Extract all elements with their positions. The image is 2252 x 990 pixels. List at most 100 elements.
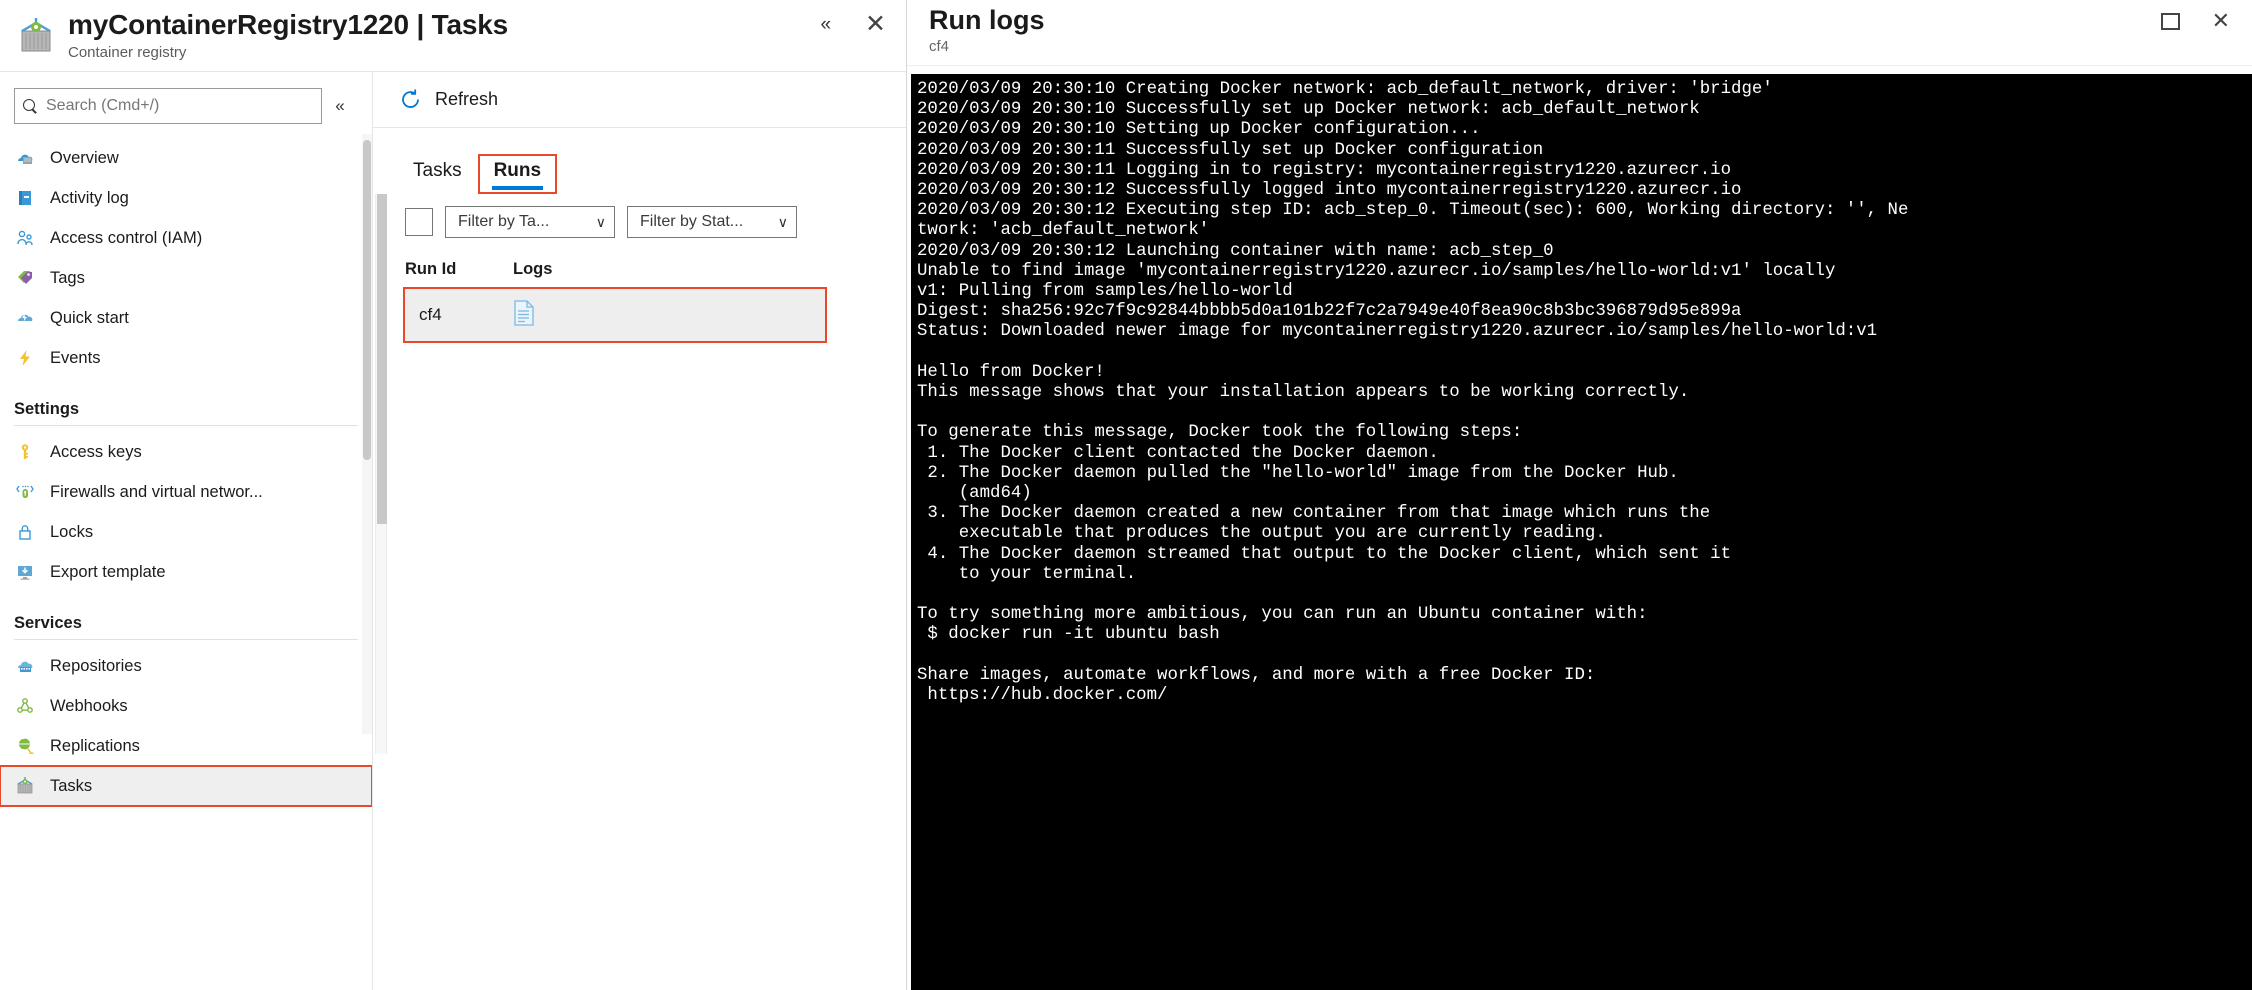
people-icon [14, 227, 36, 249]
sidebar-item-tasks[interactable]: Tasks [0, 765, 373, 807]
sidebar-section-settings: Settings [14, 400, 80, 418]
cell-logs[interactable] [513, 299, 633, 331]
sidebar-item-webhooks[interactable]: Webhooks [0, 686, 372, 726]
sidebar-item-repositories[interactable]: Repositories [0, 646, 372, 686]
tab-label: Runs [493, 160, 542, 181]
tab-active-underline [491, 186, 544, 190]
key-icon [14, 441, 36, 463]
webhooks-icon [14, 695, 36, 717]
blade-sidebar: « Overview Activity [0, 72, 373, 990]
close-run-logs-icon[interactable]: ✕ [2206, 6, 2236, 36]
column-header-run-id: Run Id [405, 260, 457, 278]
table-header-row: Run Id Logs [405, 260, 906, 289]
filter-by-status-select[interactable]: Filter by Stat... ∨ [627, 206, 797, 238]
globe-icon [14, 735, 36, 757]
tasks-content: Tasks Runs Filter by Ta... ∨ Filter by S… [373, 128, 906, 990]
table-row[interactable]: cf4 [403, 287, 827, 343]
sidebar-divider [14, 425, 358, 426]
run-logs-title: Run logs [929, 5, 1045, 35]
activity-log-icon [14, 187, 36, 209]
sidebar-item-locks[interactable]: Locks [0, 512, 372, 552]
refresh-button[interactable]: Refresh [393, 84, 504, 115]
sidebar-item-quick-start[interactable]: Quick start [0, 298, 372, 338]
sidebar-item-label: Activity log [50, 188, 129, 207]
refresh-label: Refresh [435, 89, 499, 109]
cell-run-id: cf4 [419, 305, 442, 324]
sidebar-item-export-template[interactable]: Export template [0, 552, 372, 592]
tasks-panel: Refresh Tasks Runs Filter by Ta... ∨ Fil… [372, 72, 906, 990]
maximize-icon[interactable] [2160, 12, 2180, 30]
collapse-blade-icon[interactable]: « [814, 11, 837, 38]
tasks-panel-scrollbar[interactable] [375, 194, 387, 754]
filter-by-task-select[interactable]: Filter by Ta... ∨ [445, 206, 615, 238]
sidebar-item-label: Locks [50, 522, 94, 541]
tab-tasks[interactable]: Tasks [399, 156, 476, 192]
export-template-icon [14, 561, 36, 583]
firewall-icon [14, 481, 36, 503]
blade-title-wrap: myContainerRegistry1220 | Tasks Containe… [68, 9, 508, 61]
run-logs-header-actions: ✕ [2160, 6, 2236, 36]
search-box[interactable] [14, 88, 322, 124]
sidebar-item-firewalls[interactable]: Firewalls and virtual networ... [0, 472, 372, 512]
tasks-container-icon [14, 775, 36, 797]
tasks-blade: myContainerRegistry1220 | Tasks Containe… [0, 0, 906, 990]
filter-by-status-label: Filter by Stat... [640, 213, 744, 230]
cloud-server-icon [14, 147, 36, 169]
search-row: « [0, 88, 372, 124]
quick-start-icon [14, 307, 36, 329]
repositories-icon [14, 655, 36, 677]
sidebar-item-label: Replications [50, 736, 140, 755]
tags-icon [14, 267, 36, 289]
sidebar-item-access-keys[interactable]: Access keys [0, 432, 372, 472]
log-document-icon[interactable] [513, 299, 535, 330]
sidebar-section-services: Services [14, 614, 82, 632]
close-blade-icon[interactable]: ✕ [859, 8, 892, 41]
page-title: myContainerRegistry1220 | Tasks [68, 9, 508, 41]
lock-icon [14, 521, 36, 543]
sidebar-item-activity-log[interactable]: Activity log [0, 178, 372, 218]
column-header-logs: Logs [513, 260, 553, 278]
lightning-icon [14, 347, 36, 369]
run-logs-subtitle: cf4 [929, 38, 950, 56]
sidebar-item-label: Export template [50, 562, 166, 581]
filter-row: Filter by Ta... ∨ Filter by Stat... ∨ [399, 206, 906, 238]
tabs-bar: Tasks Runs [399, 154, 906, 194]
container-registry-icon [14, 14, 58, 58]
sidebar-item-events[interactable]: Events [0, 338, 372, 378]
sidebar-item-tags[interactable]: Tags [0, 258, 372, 298]
search-input[interactable] [46, 97, 313, 115]
tab-label: Tasks [413, 160, 462, 181]
sidebar-nav-list: Overview Activity log Access control (IA… [0, 138, 373, 807]
sidebar-scrollbar-thumb[interactable] [363, 140, 371, 460]
chevron-down-icon: ∨ [777, 213, 788, 230]
sidebar-item-label: Access control (IAM) [50, 228, 203, 247]
search-icon [23, 98, 38, 114]
blade-header-actions: « ✕ [814, 8, 892, 41]
sidebar-item-overview[interactable]: Overview [0, 138, 372, 178]
chevron-down-icon: ∨ [595, 213, 606, 230]
sidebar-item-label: Webhooks [50, 696, 128, 715]
sidebar-item-access-control[interactable]: Access control (IAM) [0, 218, 372, 258]
sidebar-item-label: Repositories [50, 656, 142, 675]
refresh-icon [399, 88, 422, 111]
run-logs-terminal: 2020/03/09 20:30:10 Creating Docker netw… [911, 74, 2252, 990]
sidebar-divider [14, 639, 358, 640]
sidebar-item-replications[interactable]: Replications [0, 726, 372, 766]
runs-table: Run Id Logs cf4 [399, 260, 906, 343]
filter-by-task-label: Filter by Ta... [458, 213, 550, 230]
run-logs-header: Run logs cf4 ✕ [907, 0, 2252, 66]
sidebar-item-label: Events [50, 348, 101, 367]
sidebar-item-label: Tasks [50, 776, 93, 795]
page-subtitle: Container registry [68, 43, 187, 61]
sidebar-item-label: Access keys [50, 442, 142, 461]
sidebar-scrollbar[interactable] [362, 134, 372, 734]
blade-header: myContainerRegistry1220 | Tasks Containe… [0, 0, 906, 72]
tab-runs[interactable]: Runs [477, 154, 558, 194]
collapse-sidebar-icon[interactable]: « [322, 96, 358, 116]
sidebar-item-label: Firewalls and virtual networ... [50, 482, 263, 501]
tasks-panel-scrollbar-thumb[interactable] [377, 194, 387, 524]
select-all-checkbox[interactable] [405, 208, 433, 236]
azure-portal-screen: myContainerRegistry1220 | Tasks Containe… [0, 0, 2252, 990]
sidebar-item-label: Overview [50, 148, 119, 167]
blade-body: « Overview Activity [0, 72, 906, 990]
